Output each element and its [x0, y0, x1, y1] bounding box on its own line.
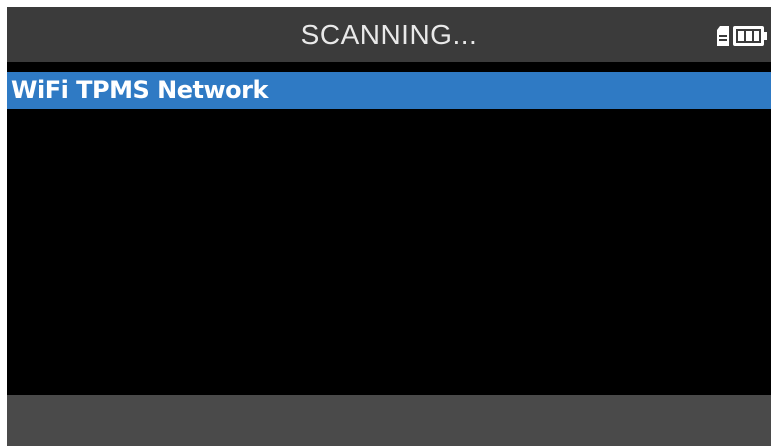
footer-bar	[7, 395, 771, 446]
header-bar: SCANNING...	[7, 7, 771, 62]
status-icons	[716, 25, 767, 47]
battery-icon	[733, 25, 767, 47]
page-title: SCANNING...	[300, 19, 478, 50]
device-screen: SCANNING... WiFi TPMS Network	[7, 7, 771, 446]
network-list: WiFi TPMS Network	[7, 62, 771, 395]
list-item-label: WiFi TPMS Network	[11, 76, 268, 104]
list-item-wifi-tpms-network[interactable]: WiFi TPMS Network	[7, 72, 771, 109]
sd-card-icon	[716, 25, 730, 47]
